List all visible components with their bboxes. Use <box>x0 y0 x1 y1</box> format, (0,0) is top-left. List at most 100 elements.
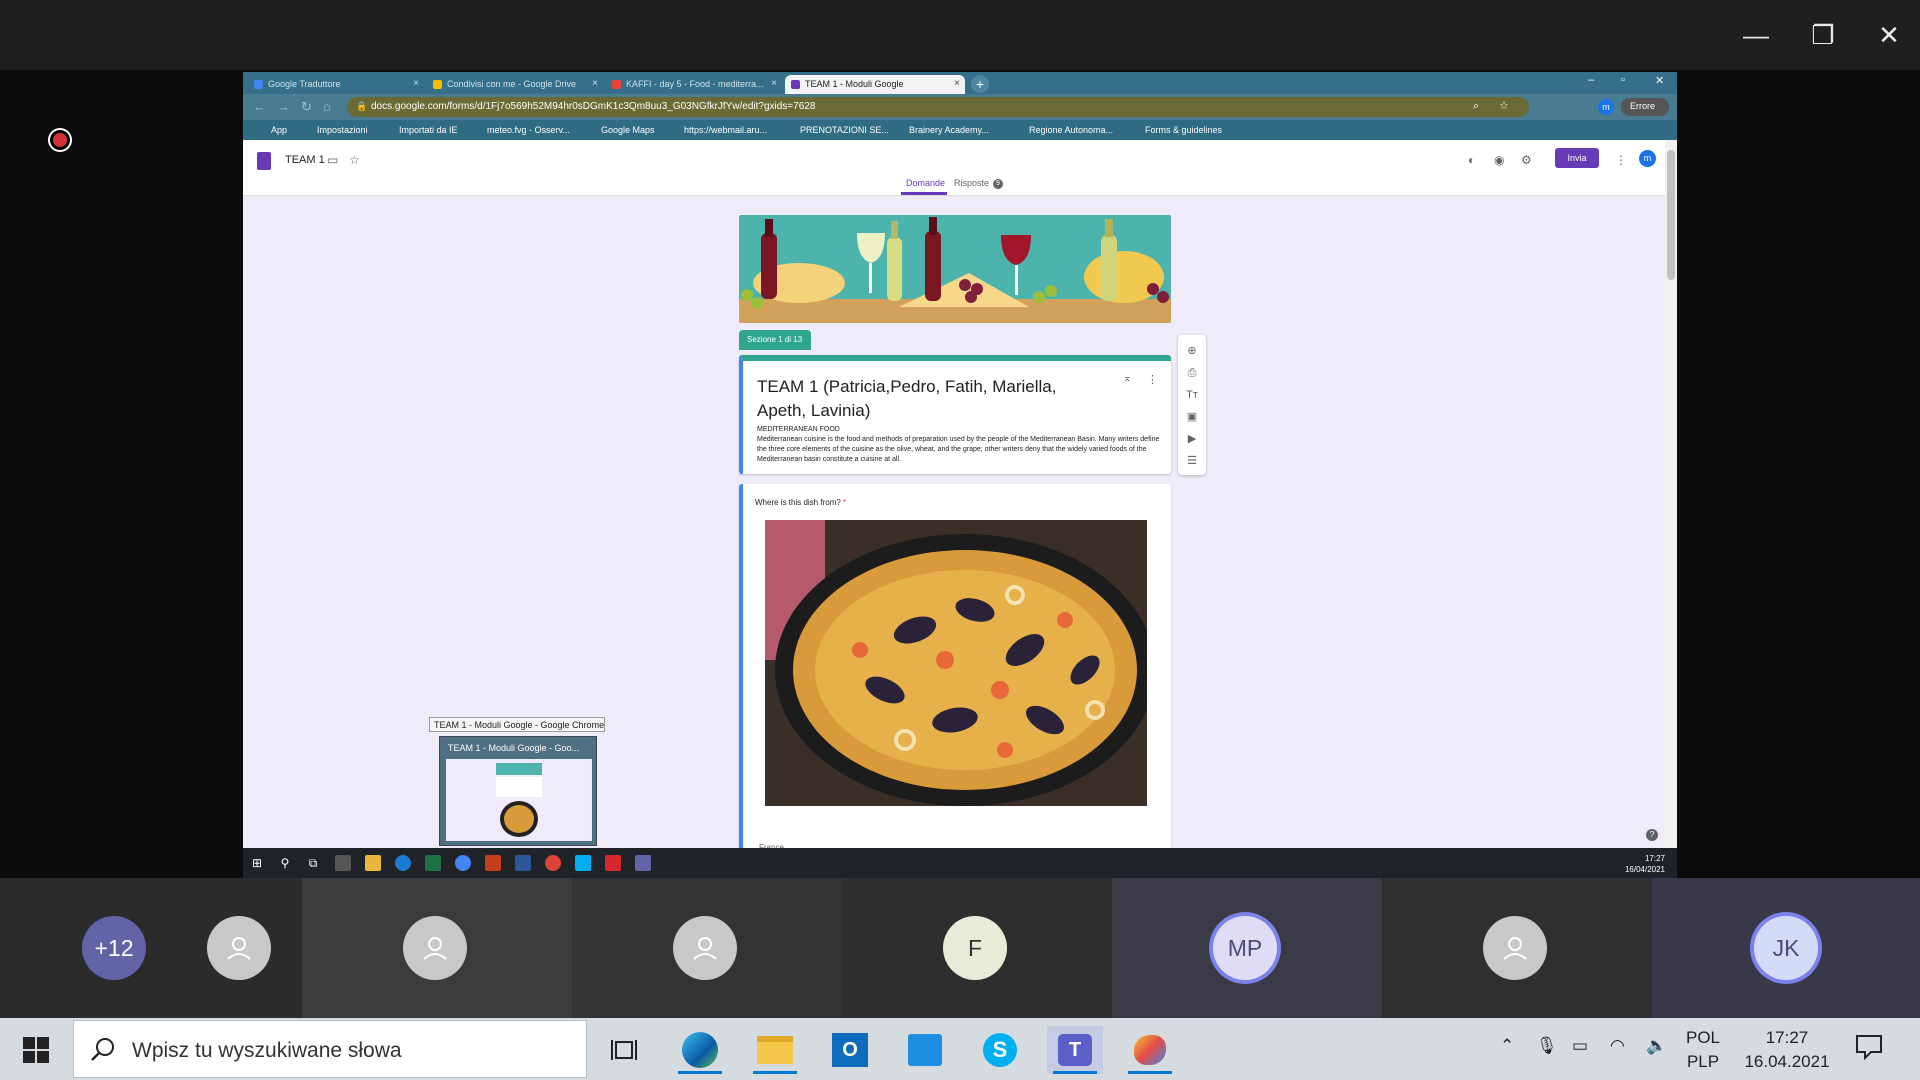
browser-minimize-button[interactable]: – <box>1588 74 1594 86</box>
participant-tile[interactable] <box>302 878 572 1018</box>
import-questions-icon[interactable]: ⎙ <box>1184 365 1200 381</box>
clock[interactable]: 17:27 16.04.2021 <box>1740 1026 1834 1074</box>
bookmark-item[interactable]: Google Maps <box>601 125 655 135</box>
collapse-icon[interactable]: ⌅ <box>1123 373 1131 384</box>
excel-icon[interactable] <box>425 855 441 871</box>
palette-icon[interactable]: ◐ <box>1468 153 1475 167</box>
more-options-icon[interactable]: ⋮ <box>1615 153 1627 167</box>
tab-close-icon[interactable]: × <box>413 78 419 89</box>
bookmark-item[interactable]: meteo.fvg - Osserv... <box>487 125 570 135</box>
bookmark-item[interactable]: PRENOTAZIONI SE... <box>800 125 889 135</box>
tab-responses[interactable]: Risposte <box>954 178 989 188</box>
help-icon[interactable]: ? <box>1646 829 1658 841</box>
card-more-icon[interactable]: ⋮ <box>1147 373 1158 386</box>
tab-google-translate[interactable]: Google Traduttore × <box>248 75 424 94</box>
taskbar-paint[interactable] <box>1122 1026 1178 1074</box>
overflow-count-badge[interactable]: +12 <box>82 916 146 980</box>
participant-tile[interactable] <box>572 878 842 1018</box>
participant-tile[interactable]: F <box>842 878 1112 1018</box>
chrome-profile-icon[interactable] <box>545 855 561 871</box>
page-scrollbar[interactable] <box>1665 140 1677 860</box>
start-button[interactable] <box>8 1026 64 1074</box>
taskbar-edge[interactable] <box>672 1026 728 1074</box>
address-bar[interactable]: 🔒 docs.google.com/forms/d/1Fj7o569h52M94… <box>347 97 1529 117</box>
inner-clock[interactable]: 17:27 16/04/2021 <box>1625 853 1665 875</box>
maximize-button[interactable]: ❐ <box>1800 18 1846 52</box>
participant-tile[interactable] <box>1382 878 1652 1018</box>
battery-icon[interactable]: ▭ <box>1572 1032 1588 1060</box>
form-subtitle[interactable]: MEDITERRANEAN FOOD <box>757 426 840 433</box>
teams-icon[interactable] <box>635 855 651 871</box>
taskbar-skype[interactable]: S <box>972 1026 1028 1074</box>
profile-avatar[interactable]: m <box>1598 99 1614 115</box>
star-icon[interactable]: ☆ <box>349 153 360 167</box>
start-icon[interactable]: ⊞ <box>249 855 265 871</box>
task-view-button[interactable] <box>596 1026 652 1074</box>
question-card[interactable]: Where is this dish from? * <box>739 484 1171 878</box>
account-avatar[interactable]: m <box>1639 150 1656 167</box>
tab-close-icon[interactable]: × <box>954 78 960 89</box>
tab-team1-forms[interactable]: TEAM 1 - Moduli Google × <box>785 75 965 94</box>
file-explorer-icon[interactable] <box>365 855 381 871</box>
bookmark-item[interactable]: Forms & guidelines <box>1145 125 1222 135</box>
form-description[interactable]: Mediterranean cuisine is the food and me… <box>757 435 1167 465</box>
tab-questions[interactable]: Domande <box>906 178 945 188</box>
chrome-icon[interactable] <box>455 855 471 871</box>
acrobat-icon[interactable] <box>605 855 621 871</box>
microphone-icon[interactable]: 🎙 <box>1536 1032 1558 1060</box>
taskbar-outlook[interactable]: O <box>822 1026 878 1074</box>
document-title[interactable]: TEAM 1 <box>285 154 325 166</box>
add-title-icon[interactable]: Tт <box>1184 387 1200 403</box>
taskbar-teams[interactable]: T <box>1047 1026 1103 1074</box>
bookmark-item[interactable]: Importati da IE <box>399 125 458 135</box>
add-video-icon[interactable]: ▶ <box>1184 431 1200 447</box>
forms-logo-icon[interactable] <box>257 152 271 170</box>
wifi-icon[interactable]: ◠ <box>1610 1032 1625 1060</box>
form-title-card[interactable]: TEAM 1 (Patricia,Pedro, Fatih, Mariella,… <box>739 355 1171 474</box>
taskbar-store[interactable] <box>897 1026 953 1074</box>
taskbar-search-box[interactable]: Wpisz tu wyszukiwane słowa <box>73 1020 587 1078</box>
browser-maximize-button[interactable]: ▫ <box>1621 74 1625 86</box>
participant-tile-speaking[interactable]: JK <box>1652 878 1920 1018</box>
word-icon[interactable] <box>515 855 531 871</box>
bookmark-item[interactable]: Regione Autonoma... <box>1029 125 1113 135</box>
add-section-icon[interactable]: ☰ <box>1184 453 1200 469</box>
form-title[interactable]: TEAM 1 (Patricia,Pedro, Fatih, Mariella,… <box>757 375 1077 423</box>
taskbar-file-explorer[interactable] <box>747 1026 803 1074</box>
tab-kaffi[interactable]: KAFFI - day 5 - Food - mediterra... × <box>606 75 782 94</box>
bookmark-item[interactable]: Impostazioni <box>317 125 368 135</box>
reload-icon[interactable]: ↻ <box>301 99 312 115</box>
scrollbar-thumb[interactable] <box>1667 150 1675 280</box>
question-text[interactable]: Where is this dish from? * <box>755 498 846 507</box>
tab-google-drive[interactable]: Condivisi con me - Google Drive × <box>427 75 603 94</box>
preview-eye-icon[interactable]: ◉ <box>1494 153 1504 167</box>
home-icon[interactable]: ⌂ <box>323 99 331 114</box>
add-question-icon[interactable]: ⊕ <box>1184 343 1200 359</box>
input-language[interactable]: POL PLP <box>1686 1026 1720 1074</box>
sync-error-button[interactable]: Errore <box>1621 98 1669 116</box>
back-icon[interactable]: ← <box>253 99 266 114</box>
send-button[interactable]: Invia <box>1555 148 1599 168</box>
settings-gear-icon[interactable]: ⚙ <box>1521 153 1532 167</box>
folder-icon[interactable]: ▭ <box>327 153 338 167</box>
new-tab-button[interactable]: + <box>971 75 989 93</box>
app-icon[interactable] <box>335 855 351 871</box>
bookmark-item[interactable]: App <box>271 125 287 135</box>
forward-icon[interactable]: → <box>277 99 290 114</box>
minimize-button[interactable]: — <box>1733 18 1779 52</box>
participant-overflow-tile[interactable]: +12 <box>0 878 302 1018</box>
close-button[interactable]: ✕ <box>1866 18 1912 52</box>
notifications-button[interactable] <box>1855 1034 1885 1061</box>
taskbar-window-preview[interactable]: TEAM 1 - Moduli Google - Goo... <box>439 736 597 846</box>
bookmark-item[interactable]: Brainery Academy... <box>909 125 989 135</box>
zoom-icon[interactable]: ⌕ <box>1473 100 1479 113</box>
volume-icon[interactable]: 🔈 <box>1646 1032 1667 1060</box>
tab-close-icon[interactable]: × <box>771 78 777 89</box>
bookmark-star-icon[interactable]: ☆ <box>1499 99 1509 112</box>
task-view-icon[interactable]: ⧉ <box>305 855 321 871</box>
edge-icon[interactable] <box>395 855 411 871</box>
bookmark-item[interactable]: https://webmail.aru... <box>684 125 767 135</box>
participant-avatar[interactable] <box>207 916 271 980</box>
show-hidden-icons-icon[interactable]: ⌃ <box>1500 1032 1514 1060</box>
browser-close-button[interactable]: ✕ <box>1655 74 1664 87</box>
